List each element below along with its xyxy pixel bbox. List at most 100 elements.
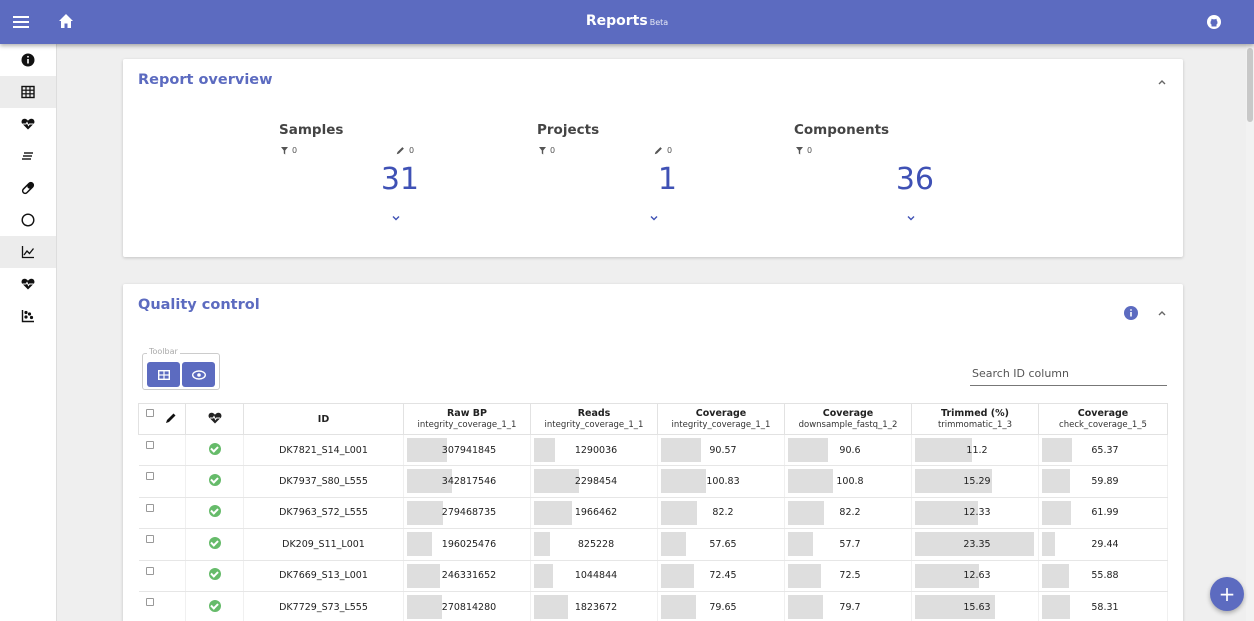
status-cell xyxy=(185,591,244,621)
pencil-icon[interactable] xyxy=(165,412,177,424)
id-cell: DK7821_S14_L001 xyxy=(243,434,404,467)
filter-icon xyxy=(796,146,803,154)
value-cell: 23.35 xyxy=(911,528,1039,561)
chevron-down-icon[interactable] xyxy=(649,214,659,222)
table-row[interactable]: DK7821_S14_L001 307941845 1290036 90.57 90.6… xyxy=(138,434,1168,467)
add-fab-button[interactable]: + xyxy=(1210,577,1244,611)
chevron-up-icon[interactable] xyxy=(1157,77,1167,87)
column-header[interactable]: Coverage check_coverage_1_5 xyxy=(1038,403,1168,435)
report-overview-title: Report overview xyxy=(138,72,273,88)
value-bar xyxy=(788,469,833,494)
table-icon xyxy=(21,85,35,99)
sidebar-item-line-chart[interactable] xyxy=(0,236,56,268)
sidebar-item-scatter[interactable] xyxy=(0,300,56,332)
sidebar-item-pill[interactable] xyxy=(0,172,56,204)
visibility-button[interactable] xyxy=(182,362,215,387)
edit-count-value: 0 xyxy=(667,146,673,155)
value-cell: 57.7 xyxy=(784,528,912,561)
value-cell: 79.7 xyxy=(784,591,912,621)
column-header[interactable]: Raw BP integrity_coverage_1_1 xyxy=(403,403,531,435)
cell-value: 79.7 xyxy=(839,601,861,613)
value-cell: 61.99 xyxy=(1038,497,1168,530)
value-bar xyxy=(1042,563,1069,588)
column-header[interactable]: Coverage downsample_fastq_1_2 xyxy=(784,403,912,435)
cell-value: 2298454 xyxy=(574,476,618,488)
value-bar xyxy=(661,532,686,557)
status-cell xyxy=(185,434,244,467)
row-checkbox[interactable] xyxy=(145,535,154,544)
row-checkbox[interactable] xyxy=(145,472,154,481)
column-title: Coverage xyxy=(822,408,874,419)
value-cell: 12.63 xyxy=(911,560,1039,592)
sidebar-item-circle[interactable] xyxy=(0,204,56,236)
sidebar-item-heart-pulse[interactable] xyxy=(0,108,56,140)
value-bar xyxy=(1042,438,1072,462)
value-cell: 82.2 xyxy=(784,497,912,530)
stat-value: 36 xyxy=(895,162,934,197)
select-all-checkbox[interactable] xyxy=(145,408,154,417)
cell-value: 23.35 xyxy=(963,538,991,550)
pencil-icon xyxy=(654,147,662,155)
chevron-down-icon[interactable] xyxy=(906,214,916,222)
value-cell: 15.63 xyxy=(911,591,1039,621)
value-bar xyxy=(534,438,555,462)
heart-pulse-icon xyxy=(208,412,221,423)
cell-value: 825228 xyxy=(577,538,615,550)
column-header[interactable]: Coverage integrity_coverage_1_1 xyxy=(657,403,785,435)
row-checkbox[interactable] xyxy=(145,441,154,449)
search-input[interactable] xyxy=(970,362,1167,385)
table-row[interactable]: DK7729_S73_L555 270814280 1823672 79.65 79.7… xyxy=(138,591,1168,621)
column-subtitle: integrity_coverage_1_1 xyxy=(671,420,771,430)
filter-count[interactable]: 0 xyxy=(796,146,812,155)
filter-count[interactable]: 0 xyxy=(539,146,555,155)
table-row[interactable]: DK7963_S72_L555 279468735 1966462 82.2 82.2 1… xyxy=(138,497,1168,530)
chevron-up-icon[interactable] xyxy=(1157,308,1167,318)
column-header[interactable]: Trimmed (%) trimmomatic_1_3 xyxy=(911,403,1039,435)
value-bar xyxy=(534,594,568,619)
scrollbar-thumb[interactable] xyxy=(1247,48,1253,122)
table-view-button[interactable] xyxy=(147,362,180,387)
search-field[interactable] xyxy=(970,362,1167,386)
edit-count[interactable]: 0 xyxy=(396,146,414,155)
sidebar-item-list[interactable] xyxy=(0,140,56,172)
quality-control-table: ID Raw BP integrity_coverage_1_1 Reads integ… xyxy=(138,403,1168,621)
row-checkbox[interactable] xyxy=(145,566,154,575)
table-row[interactable]: DK209_S11_L001 196025476 825228 57.65 57.7 23… xyxy=(138,528,1168,561)
sidebar-item-info[interactable] xyxy=(0,44,56,76)
filter-icon xyxy=(539,146,546,154)
check-circle-icon xyxy=(208,505,221,518)
chevron-down-icon[interactable] xyxy=(391,214,401,222)
value-cell: 15.29 xyxy=(911,465,1039,498)
column-header[interactable]: ID xyxy=(243,403,404,435)
value-cell: 1044844 xyxy=(530,560,658,592)
value-cell: 55.88 xyxy=(1038,560,1168,592)
table-body: DK7821_S14_L001 307941845 1290036 90.57 90.6… xyxy=(138,434,1168,621)
sidebar-item-heart-pulse[interactable] xyxy=(0,268,56,300)
filter-count[interactable]: 0 xyxy=(281,146,297,155)
edit-count[interactable]: 0 xyxy=(654,146,672,155)
value-cell: 342817546 xyxy=(403,465,531,498)
table-row[interactable]: DK7937_S80_L555 342817546 2298454 100.83 100… xyxy=(138,465,1168,498)
cell-value: 57.7 xyxy=(839,538,861,550)
cell-value: 279468735 xyxy=(441,507,497,519)
table-row[interactable]: DK7669_S13_L001 246331652 1044844 72.45 72.5… xyxy=(138,560,1168,592)
value-cell: 57.65 xyxy=(657,528,785,561)
pill-icon xyxy=(21,181,35,195)
column-header[interactable]: Reads integrity_coverage_1_1 xyxy=(530,403,658,435)
beta-badge: Beta xyxy=(649,18,669,27)
cell-value: 1044844 xyxy=(574,570,618,582)
row-checkbox[interactable] xyxy=(145,503,154,512)
sidebar-item-table[interactable] xyxy=(0,76,56,108)
stat-projects: Projects 0 0 1 xyxy=(537,122,677,232)
heart-pulse-icon xyxy=(21,118,35,130)
app-title-text: Reports xyxy=(585,13,648,29)
github-icon[interactable] xyxy=(1206,14,1222,30)
filter-count-value: 0 xyxy=(550,146,556,155)
value-bar xyxy=(788,563,821,588)
page-scrollbar[interactable] xyxy=(1246,44,1254,621)
cell-value: 82.2 xyxy=(839,507,861,519)
status-cell xyxy=(185,465,244,498)
info-icon[interactable] xyxy=(1124,306,1138,320)
value-bar xyxy=(1042,469,1070,494)
row-checkbox[interactable] xyxy=(145,597,154,606)
